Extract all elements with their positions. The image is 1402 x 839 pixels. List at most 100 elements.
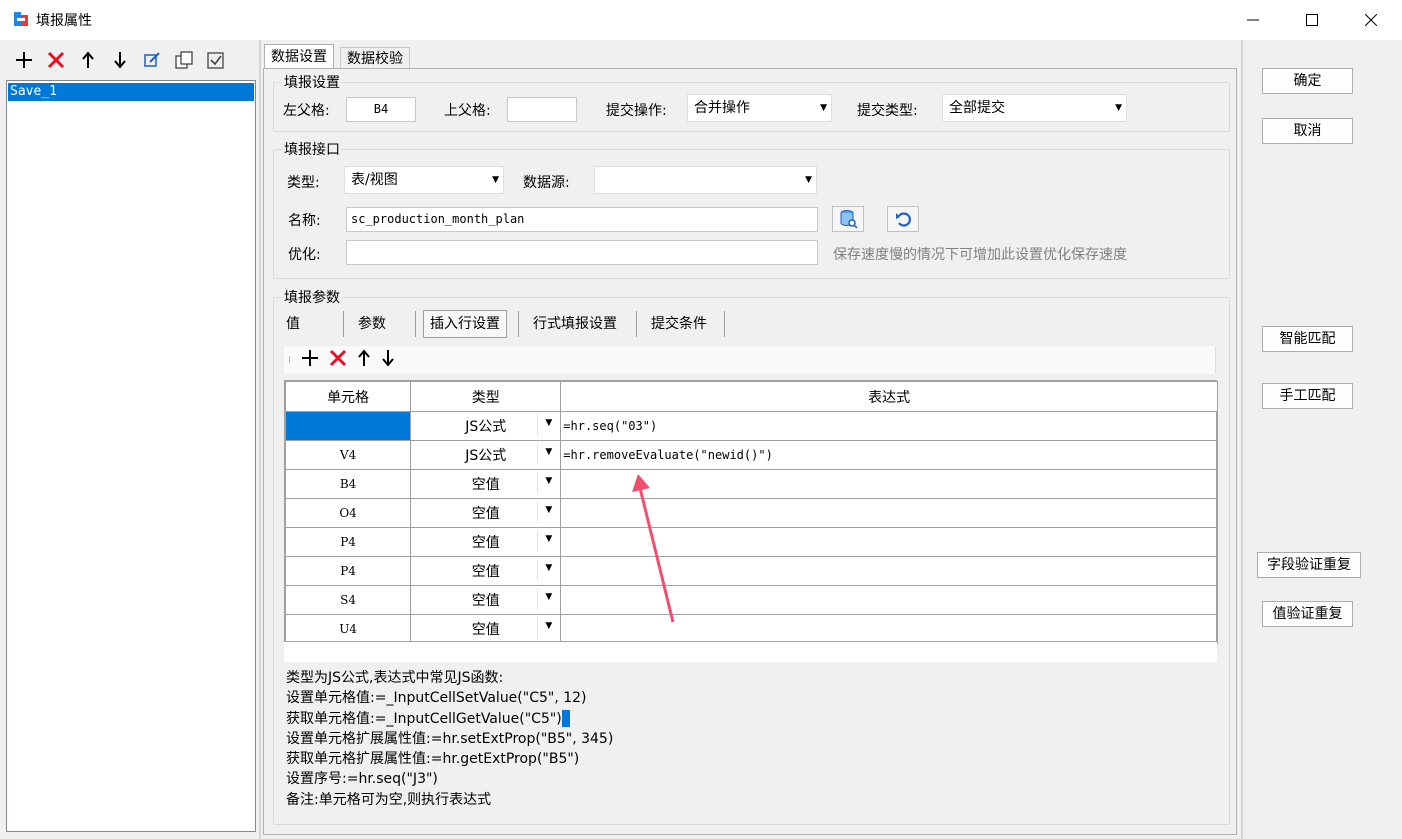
row-up-icon[interactable] xyxy=(357,349,371,371)
subtab-value[interactable]: 值 xyxy=(280,310,306,338)
fill-settings-legend: 填报设置 xyxy=(283,72,341,92)
cell-name[interactable]: O4 xyxy=(284,498,412,528)
chevron-down-icon[interactable]: ▼ xyxy=(545,418,552,428)
cell-name[interactable]: V4 xyxy=(284,440,412,470)
cell-name[interactable]: U4 xyxy=(284,614,412,644)
cell-name[interactable]: S4 xyxy=(284,585,412,615)
interface-type-select[interactable]: 表/视图 ▼ xyxy=(344,166,504,194)
chevron-down-icon[interactable]: ▼ xyxy=(545,563,552,573)
chevron-down-icon[interactable]: ▼ xyxy=(545,476,552,486)
type-select[interactable]: 空值 ▼ xyxy=(410,527,562,557)
type-select[interactable]: 空值 ▼ xyxy=(410,498,562,528)
type-value: 空值 xyxy=(471,593,500,609)
submit-op-label: 提交操作: xyxy=(606,103,667,119)
table-row: O4 空值 ▼ xyxy=(284,498,1218,528)
maximize-button[interactable] xyxy=(1283,0,1341,40)
chevron-down-icon[interactable]: ▼ xyxy=(545,592,552,602)
move-down-icon[interactable] xyxy=(108,48,132,72)
column-header-expression[interactable]: 表达式 xyxy=(560,381,1218,412)
delete-icon[interactable] xyxy=(44,48,68,72)
subtab-params[interactable]: 参数 xyxy=(352,310,392,338)
help-line: 设置序号:=hr.seq("J3") xyxy=(286,771,438,788)
type-select[interactable]: JS公式 ▼ xyxy=(410,411,562,441)
type-label: 类型: xyxy=(287,175,320,191)
type-select[interactable]: 空值 ▼ xyxy=(410,614,562,644)
type-select[interactable]: 空值 ▼ xyxy=(410,585,562,615)
left-parent-input[interactable]: B4 xyxy=(346,97,416,122)
submit-op-select[interactable]: 合并操作 ▼ xyxy=(687,94,832,122)
top-parent-input[interactable] xyxy=(507,97,577,122)
chevron-down-icon[interactable]: ▼ xyxy=(545,505,552,515)
submit-type-select[interactable]: 全部提交 ▼ xyxy=(942,94,1127,122)
tab-data-settings[interactable]: 数据设置 xyxy=(264,44,334,68)
move-up-icon[interactable] xyxy=(76,48,100,72)
manual-match-button[interactable]: 手工匹配 xyxy=(1262,383,1353,409)
add-icon[interactable] xyxy=(12,48,36,72)
type-select[interactable]: 空值 ▼ xyxy=(410,469,562,499)
close-button[interactable] xyxy=(1342,0,1400,40)
help-line: 设置单元格扩展属性值:=hr.setExtProp("B5", 345) xyxy=(286,730,614,747)
subtab-row-fill[interactable]: 行式填报设置 xyxy=(527,310,623,338)
help-line: 设置单元格值:=_InputCellSetValue("C5", 12) xyxy=(286,690,587,707)
value-duplicate-check-button[interactable]: 值验证重复 xyxy=(1262,601,1353,627)
subtab-insert-row[interactable]: 插入行设置 xyxy=(423,310,507,338)
chevron-down-icon[interactable]: ▼ xyxy=(545,534,552,544)
save-list[interactable]: Save_1 xyxy=(6,80,256,832)
type-value: 空值 xyxy=(471,506,500,522)
text-caret xyxy=(561,710,570,728)
cell-name[interactable] xyxy=(284,411,412,441)
tab-data-validate[interactable]: 数据校验 xyxy=(340,47,410,69)
ok-button[interactable]: 确定 xyxy=(1262,68,1353,94)
delete-row-icon[interactable] xyxy=(329,349,347,371)
table-name-input[interactable]: sc_production_month_plan xyxy=(346,207,818,232)
subtab-submit-condition[interactable]: 提交条件 xyxy=(645,310,713,338)
type-select[interactable]: JS公式 ▼ xyxy=(410,440,562,470)
copy-icon[interactable] xyxy=(172,48,196,72)
type-select[interactable]: 空值 ▼ xyxy=(410,556,562,586)
minimize-button[interactable] xyxy=(1224,0,1282,40)
table-row: P4 空值 ▼ xyxy=(284,527,1218,557)
cell-name[interactable]: B4 xyxy=(284,469,412,499)
top-parent-label: 上父格: xyxy=(444,103,491,119)
field-duplicate-check-button[interactable]: 字段验证重复 xyxy=(1257,552,1361,578)
left-parent-label: 左父格: xyxy=(283,103,330,119)
window-title: 填报属性 xyxy=(36,13,92,29)
datasource-select[interactable]: ▼ xyxy=(594,166,817,194)
refresh-button[interactable] xyxy=(887,206,919,232)
chevron-down-icon[interactable]: ▼ xyxy=(545,621,552,631)
submit-op-value: 合并操作 xyxy=(694,100,750,116)
datasource-label: 数据源: xyxy=(523,175,570,191)
subtab-separator xyxy=(724,311,725,337)
help-line: 类型为JS公式,表达式中常见JS函数: xyxy=(286,670,504,686)
type-value: 空值 xyxy=(471,535,500,551)
check-icon[interactable] xyxy=(204,48,228,72)
right-divider xyxy=(1241,40,1243,839)
dropdown-separator xyxy=(537,530,539,552)
submit-type-value: 全部提交 xyxy=(949,100,1005,116)
dropdown-separator xyxy=(537,443,539,465)
optimize-input[interactable] xyxy=(346,240,818,265)
smart-match-button[interactable]: 智能匹配 xyxy=(1262,326,1353,352)
column-header-type[interactable]: 类型 xyxy=(410,381,562,412)
chevron-down-icon[interactable]: ▼ xyxy=(545,447,552,457)
submit-type-label: 提交类型: xyxy=(857,103,918,119)
list-item[interactable]: Save_1 xyxy=(8,83,254,101)
column-header-cell[interactable]: 单元格 xyxy=(284,381,412,412)
edit-icon[interactable] xyxy=(140,48,164,72)
table-row: U4 空值 ▼ xyxy=(284,614,1218,644)
help-text: 类型为JS公式,表达式中常见JS函数: 设置单元格值:=_InputCellSe… xyxy=(286,668,613,810)
chevron-down-icon: ▼ xyxy=(820,103,827,113)
help-line: 获取单元格扩展属性值:=hr.getExtProp("B5") xyxy=(286,751,580,768)
expression-cell[interactable]: =hr.seq("03") xyxy=(560,411,1218,441)
database-select-button[interactable] xyxy=(832,206,864,232)
table-row: JS公式 ▼ =hr.seq("03") xyxy=(284,411,1218,441)
toolbar-grip: ⁞ xyxy=(288,354,292,366)
cell-name[interactable]: P4 xyxy=(284,556,412,586)
subtab-separator xyxy=(518,311,519,337)
params-toolbar: ⁞ xyxy=(284,346,1216,374)
expression-cell[interactable]: =hr.removeEvaluate("newid()") xyxy=(560,440,1218,470)
add-row-icon[interactable] xyxy=(301,349,319,371)
cell-name[interactable]: P4 xyxy=(284,527,412,557)
row-down-icon[interactable] xyxy=(381,349,395,371)
cancel-button[interactable]: 取消 xyxy=(1262,118,1353,144)
